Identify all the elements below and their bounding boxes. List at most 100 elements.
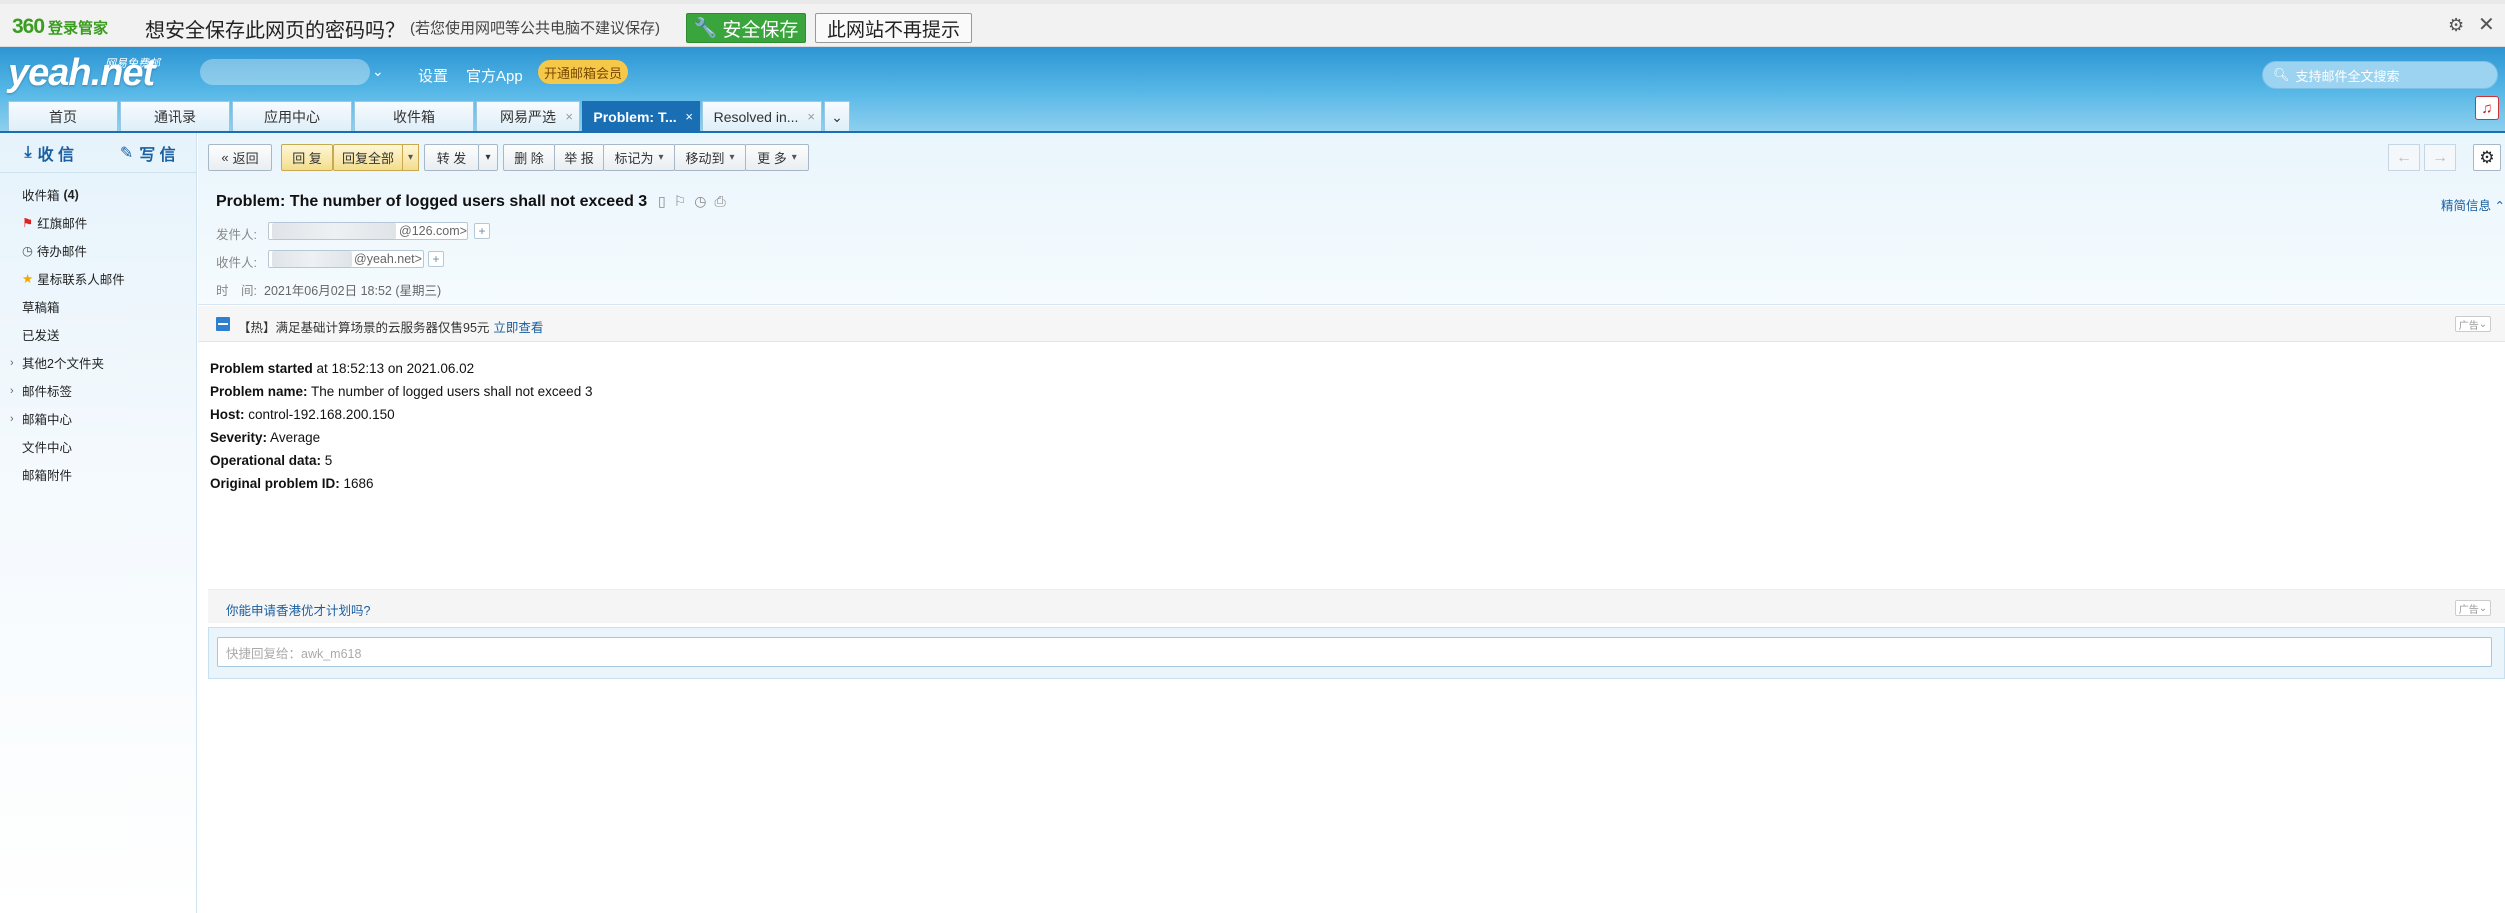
- chevron-down-icon: ⌄: [2478, 318, 2488, 330]
- chevron-down-icon: ▾: [407, 152, 414, 163]
- settings-link[interactable]: 设置: [418, 65, 448, 86]
- vip-membership-button[interactable]: 开通邮箱会员: [538, 60, 628, 84]
- delete-button[interactable]: 删 除: [503, 144, 555, 171]
- add-sender-contact-button[interactable]: +: [474, 223, 490, 239]
- tab-contacts[interactable]: 通讯录: [120, 101, 230, 132]
- logo-subtitle: 网易免费邮: [105, 58, 160, 70]
- sidebar-item-drafts[interactable]: 草稿箱: [22, 297, 60, 316]
- close-icon[interactable]: ✕: [2478, 12, 2495, 37]
- body-line: Problem started at 18:52:13 on 2021.06.0…: [210, 361, 475, 376]
- reply-button[interactable]: 回 复: [281, 144, 333, 171]
- sidebar-item-attachments[interactable]: 邮箱附件: [22, 465, 72, 484]
- mail-header: yeah.net 网易免费邮 ⌄ 设置 官方App 开通邮箱会员 🔍︎ 支持邮件…: [0, 47, 2505, 132]
- sender-name-blurred: [272, 223, 396, 239]
- mail-body: Problem started at 18:52:13 on 2021.06.0…: [210, 357, 592, 495]
- reply-all-button[interactable]: 回复全部: [333, 144, 403, 171]
- body-line: Host: control-192.168.200.150: [210, 407, 395, 422]
- reply-all-dropdown[interactable]: ▾: [402, 144, 419, 171]
- chevron-down-icon: ⌄: [2478, 602, 2488, 614]
- quick-reply-input[interactable]: 快捷回复给：awk_m618: [217, 637, 2492, 667]
- safe-save-button[interactable]: 🔧 安全保存: [686, 13, 806, 43]
- arrow-right-icon: →: [2432, 148, 2448, 166]
- previous-mail-button[interactable]: ←: [2388, 144, 2420, 171]
- body-line: Original problem ID: 1686: [210, 476, 374, 491]
- receive-icon: ⤓: [24, 143, 32, 161]
- tab-inbox[interactable]: 收件箱: [354, 101, 474, 132]
- star-icon: ★: [22, 272, 34, 286]
- back-button[interactable]: « 返回: [208, 144, 272, 171]
- to-label: 收件人:: [216, 256, 257, 270]
- ad-tag[interactable]: 广告 ⌄: [2455, 316, 2491, 332]
- print-icon[interactable]: ⎙: [715, 193, 726, 210]
- tab-list-dropdown[interactable]: ⌄: [824, 101, 850, 132]
- mail-search-input[interactable]: 🔍︎ 支持邮件全文搜索: [2262, 61, 2498, 89]
- tab-close-icon[interactable]: ×: [685, 109, 693, 124]
- sidebar-item-file-center[interactable]: 文件中心: [22, 437, 72, 456]
- ad-text: 【热】满足基础计算场景的云服务器仅售95元 立即查看: [238, 321, 544, 335]
- forward-button[interactable]: 转 发: [424, 144, 479, 171]
- reader-settings-button[interactable]: ⚙: [2473, 144, 2501, 171]
- sidebar-item-red-flag[interactable]: ⚑ 红旗邮件: [22, 213, 87, 232]
- gear-icon[interactable]: ⚙: [2448, 15, 2464, 36]
- tab-problem-email[interactable]: Problem: T... ×: [582, 101, 700, 132]
- chevron-right-icon[interactable]: ›: [10, 357, 14, 369]
- official-app-link[interactable]: 官方App: [466, 65, 523, 86]
- sidebar-item-other-folders[interactable]: › 其他2个文件夹: [10, 353, 104, 372]
- ad-banner: 【热】满足基础计算场景的云服务器仅售95元 立即查看 广告 ⌄: [198, 306, 2505, 342]
- recipient-name-blurred: [272, 251, 352, 267]
- tab-yanxuan[interactable]: 网易严选 ×: [476, 101, 580, 132]
- never-prompt-button[interactable]: 此网站不再提示: [815, 13, 972, 43]
- sidebar-item-inbox[interactable]: 收件箱 (4): [22, 185, 79, 204]
- mark-as-button[interactable]: 标记为 ▾: [603, 144, 675, 171]
- compose-row: ⤓ 收 信 ✎ 写 信: [0, 133, 197, 173]
- tab-bar: 首页 通讯录 应用中心 收件箱 网易严选 × Problem: T... × Res…: [8, 101, 852, 132]
- promo-link[interactable]: 你能申请香港优才计划吗?: [226, 600, 370, 619]
- chevron-right-icon[interactable]: ›: [10, 413, 14, 425]
- ad-view-link[interactable]: 立即查看: [493, 321, 543, 335]
- sidebar-item-starred-contacts[interactable]: ★ 星标联系人邮件: [22, 269, 125, 288]
- arrow-left-icon: ←: [2396, 148, 2412, 166]
- add-recipient-contact-button[interactable]: +: [428, 251, 444, 267]
- chevron-up-icon: ⌃: [2494, 199, 2505, 213]
- promo-ad-tag[interactable]: 广告 ⌄: [2455, 600, 2491, 616]
- music-icon[interactable]: ♫: [2475, 96, 2499, 120]
- mail-reader: « 返回 回 复 回复全部 ▾ 转 发 ▾ 删 除 举 报 标记为 ▾ 移动到 ▾ …: [198, 133, 2505, 913]
- tab-app-center[interactable]: 应用中心: [232, 101, 352, 132]
- write-mail-button[interactable]: ✎ 写 信: [99, 133, 198, 172]
- body-line: Severity: Average: [210, 430, 321, 445]
- tab-resolved-email[interactable]: Resolved in... ×: [702, 101, 822, 132]
- chevron-right-icon[interactable]: ›: [10, 385, 14, 397]
- next-mail-button[interactable]: →: [2424, 144, 2456, 171]
- chevron-down-icon[interactable]: ⌄: [372, 63, 384, 80]
- sidebar-item-mail-center[interactable]: › 邮箱中心: [10, 409, 72, 428]
- chevron-down-icon: ▾: [791, 152, 797, 163]
- receive-mail-button[interactable]: ⤓ 收 信: [0, 133, 99, 172]
- tab-close-icon[interactable]: ×: [807, 109, 815, 124]
- password-save-bar: 360 登录管家 想安全保存此网页的密码吗？ (若您使用网吧等公共电脑不建议保存)…: [0, 0, 2505, 47]
- tab-home[interactable]: 首页: [8, 101, 118, 132]
- save-password-note: (若您使用网吧等公共电脑不建议保存): [410, 20, 660, 37]
- reader-header: « 返回 回 复 回复全部 ▾ 转 发 ▾ 删 除 举 报 标记为 ▾ 移动到 ▾ …: [198, 133, 2505, 305]
- bookmark-icon[interactable]: ▯: [658, 193, 666, 210]
- sidebar-item-todo[interactable]: ◷ 待办邮件: [22, 241, 87, 260]
- quick-reply-panel: 快捷回复给：awk_m618: [208, 627, 2505, 679]
- account-name-blurred[interactable]: [200, 59, 370, 85]
- from-label: 发件人:: [216, 228, 257, 242]
- flag-icon[interactable]: ⚐: [674, 193, 687, 210]
- search-icon: 🔍︎: [2273, 67, 2290, 82]
- subject-actions: ▯ ⚐ ◷ ⎙: [658, 193, 726, 210]
- tab-close-icon[interactable]: ×: [565, 109, 573, 124]
- sidebar-item-mail-tags[interactable]: › 邮件标签: [10, 381, 72, 400]
- forward-dropdown[interactable]: ▾: [478, 144, 498, 171]
- wrench-icon: 🔧: [693, 18, 718, 39]
- plus-icon: +: [478, 224, 486, 238]
- brief-info-toggle[interactable]: 精简信息 ⌃: [2441, 195, 2505, 214]
- clock-icon[interactable]: ◷: [694, 193, 706, 210]
- more-button[interactable]: 更 多 ▾: [745, 144, 809, 171]
- red-flag-icon: ⚑: [22, 216, 34, 230]
- sidebar-item-sent[interactable]: 已发送: [22, 325, 60, 344]
- report-button[interactable]: 举 报: [554, 144, 604, 171]
- save-password-question: 想安全保存此网页的密码吗？: [145, 20, 405, 42]
- move-to-button[interactable]: 移动到 ▾: [674, 144, 746, 171]
- browser-tab-strip: [0, 0, 2505, 4]
